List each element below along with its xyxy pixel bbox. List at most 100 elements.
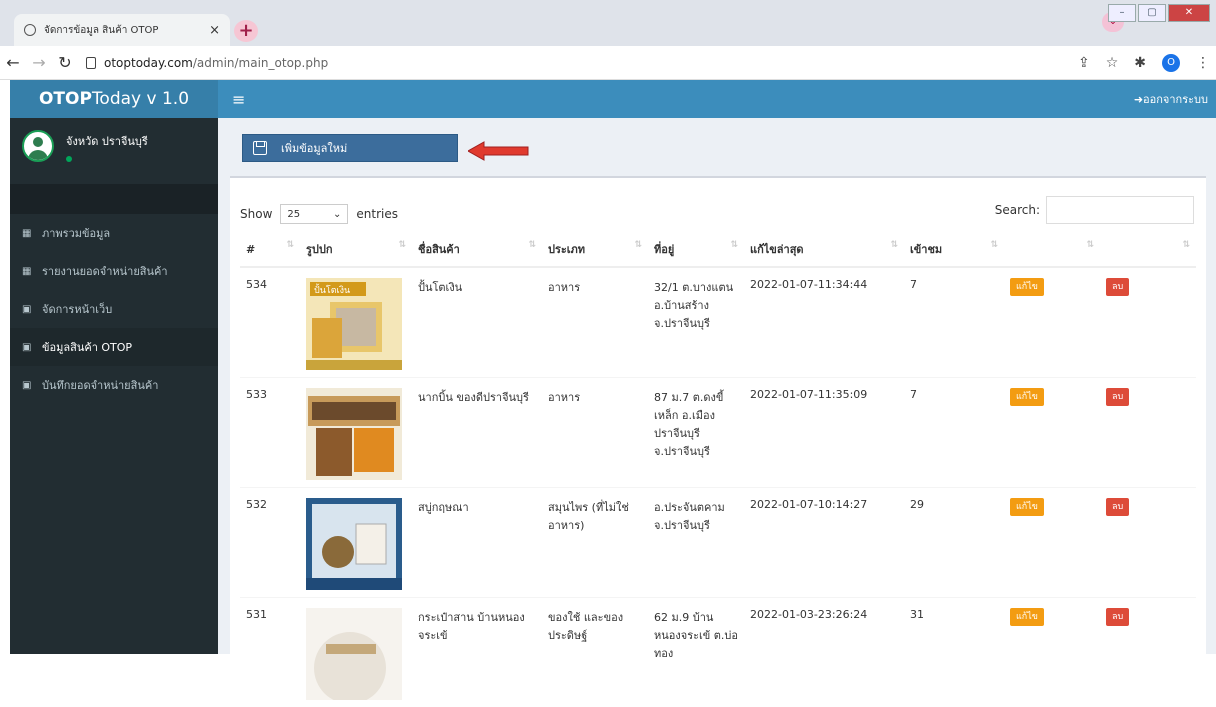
kebab-menu-icon[interactable]: ⋮	[1196, 55, 1210, 71]
cell-name: สบู่กฤษณา	[412, 486, 542, 597]
cell-category: ของใช้ และของประดิษฐ์	[542, 596, 648, 707]
logout-link[interactable]: ➜ออกจากระบบ	[1134, 90, 1208, 108]
profile-avatar[interactable]: O	[1162, 54, 1180, 72]
cell-views: 29	[904, 486, 1004, 597]
sidebar-item-overview[interactable]: ▦ ภาพรวมข้อมูล	[10, 214, 218, 252]
col-address[interactable]: ที่อยู่ ⇅	[648, 232, 744, 268]
tab-title: จัดการข้อมูล สินค้า OTOP	[44, 24, 159, 36]
col-views[interactable]: เข้าชม ⇅	[904, 232, 1004, 268]
delete-button[interactable]: ลบ	[1106, 387, 1130, 406]
cell-updated: 2022-01-07-10:14:27	[744, 486, 904, 597]
new-tab-button[interactable]: +	[234, 20, 258, 42]
data-table-box: Show 25 ⌄ entries Search: # ⇅ รูปปก ⇅ ชื่อ…	[230, 176, 1206, 707]
edit-button[interactable]: แก้ไข	[1010, 607, 1044, 626]
url-path: /admin/main_otop.php	[192, 55, 329, 70]
col-updated[interactable]: แก้ไขล่าสุด ⇅	[744, 232, 904, 268]
chevron-down-icon: ⌄	[333, 208, 342, 220]
floppy-icon	[253, 141, 267, 155]
cell-category: อาหาร	[542, 376, 648, 487]
add-new-label: เพิ่มข้อมูลใหม่	[281, 142, 348, 155]
search-area: Search:	[995, 196, 1194, 224]
share-icon[interactable]: ⇪	[1078, 55, 1090, 71]
table-header-row: # ⇅ รูปปก ⇅ ชื่อสินค้า ⇅ ประเภท ⇅ ที่อยู่ ⇅ แ…	[240, 232, 1196, 268]
sidebar-header	[10, 184, 218, 214]
url-domain: otoptoday.com	[104, 55, 193, 70]
sidebar-item-otop-products[interactable]: ▣ ข้อมูลสินค้า OTOP	[10, 328, 218, 366]
minimize-icon[interactable]: –	[1108, 4, 1136, 22]
add-new-button[interactable]: เพิ่มข้อมูลใหม่	[242, 134, 458, 162]
edit-button[interactable]: แก้ไข	[1010, 278, 1044, 296]
product-thumbnail[interactable]	[306, 497, 402, 590]
sidebar-item-label: รายงานยอดจำหน่ายสินค้า	[42, 265, 168, 278]
col-image[interactable]: รูปปก ⇅	[300, 232, 412, 268]
reload-icon[interactable]: ↻	[52, 53, 78, 72]
cell-id: 534	[240, 266, 300, 377]
arrow-left-icon	[468, 141, 529, 161]
show-label: Show	[240, 207, 273, 221]
tab-close-icon[interactable]: ×	[209, 23, 220, 38]
col-name[interactable]: ชื่อสินค้า ⇅	[412, 232, 542, 268]
entries-value: 25	[287, 208, 301, 220]
chart-icon: ▦	[22, 265, 32, 277]
brand-logo[interactable]: OTOP Today v 1.0	[10, 80, 218, 118]
edit-button[interactable]: แก้ไข	[1010, 497, 1044, 516]
product-thumbnail[interactable]: ปั้นโตเงิน	[306, 278, 402, 370]
cell-id: 532	[240, 486, 300, 597]
app-header: OTOP Today v 1.0 ≡ ➜ออกจากระบบ	[10, 80, 1216, 118]
main-content: เพิ่มข้อมูลใหม่ Show 25 ⌄ entries Search…	[218, 118, 1216, 707]
cell-views: 31	[904, 596, 1004, 707]
forward-icon[interactable]: →	[26, 53, 52, 72]
cell-category: สมุนไพร (ที่ไม่ใช่อาหาร)	[542, 486, 648, 597]
globe-icon	[24, 24, 36, 36]
table-row: 533 นากบิ้น ของดีปราจีนบุรี อาหาร 87 ม.7…	[240, 376, 1196, 487]
maximize-icon[interactable]: ▢	[1138, 4, 1166, 22]
sidebar-item-sales-report[interactable]: ▦ รายงานยอดจำหน่ายสินค้า	[10, 252, 218, 290]
col-delete: ⇅	[1100, 232, 1196, 268]
cell-views: 7	[904, 376, 1004, 487]
cell-updated: 2022-01-07-11:35:09	[744, 376, 904, 487]
delete-button[interactable]: ลบ	[1106, 497, 1130, 516]
cell-address: อ.ประจันตคาม จ.ปราจีนบุรี	[648, 486, 744, 597]
toolbar-actions: ⇪ ☆ ✱ O ⋮	[1078, 46, 1210, 80]
user-icon	[22, 130, 54, 162]
cell-name: กระเป๋าสาน บ้านหนองจระเข้	[412, 596, 542, 707]
sidebar-item-label: จัดการหน้าเว็บ	[42, 303, 113, 316]
delete-button[interactable]: ลบ	[1106, 278, 1130, 296]
sidebar-item-record-sales[interactable]: ▣ บันทึกยอดจำหน่ายสินค้า	[10, 366, 218, 404]
col-category[interactable]: ประเภท ⇅	[542, 232, 648, 268]
sidebar-item-manage-web[interactable]: ▣ จัดการหน้าเว็บ	[10, 290, 218, 328]
cell-address: 62 ม.9 บ้านหนองจระเข้ ต.บ่อทอง	[648, 596, 744, 707]
address-bar[interactable]: otoptoday.com/admin/main_otop.php	[86, 50, 1046, 76]
cell-views: 7	[904, 266, 1004, 377]
product-thumbnail[interactable]	[306, 387, 402, 480]
close-window-icon[interactable]: ✕	[1168, 4, 1210, 22]
browser-tab[interactable]: จัดการข้อมูล สินค้า OTOP ×	[14, 14, 230, 46]
table-row: 534 ปั้นโตเงิน ปั้นโตเงิน อาหาร 32/1 ต.บ…	[240, 266, 1196, 377]
back-icon[interactable]: ←	[0, 53, 26, 72]
sidebar-item-label: ข้อมูลสินค้า OTOP	[42, 341, 133, 354]
floppy-icon: ▣	[22, 341, 32, 353]
table-row: 532 สบู่กฤษณา สมุนไพร (ที่ไม่ใช่อาหาร) อ…	[240, 486, 1196, 597]
cell-name: นากบิ้น ของดีปราจีนบุรี	[412, 376, 542, 487]
window-controls: – ▢ ✕	[1108, 4, 1210, 22]
extensions-icon[interactable]: ✱	[1134, 55, 1146, 71]
col-id[interactable]: # ⇅	[240, 232, 300, 268]
brand-strong: OTOP	[38, 89, 92, 109]
star-icon[interactable]: ☆	[1106, 55, 1119, 71]
delete-button[interactable]: ลบ	[1106, 607, 1130, 626]
col-edit: ⇅	[1004, 232, 1100, 268]
floppy-icon: ▣	[22, 379, 32, 391]
hamburger-icon[interactable]: ≡	[232, 90, 245, 109]
entries-length: Show 25 ⌄ entries	[240, 204, 398, 224]
edit-button[interactable]: แก้ไข	[1010, 387, 1044, 406]
chart-icon: ▦	[22, 227, 32, 239]
cell-address: 87 ม.7 ต.ดงขี้เหล็ก อ.เมือง ปราจีนบุรี จ…	[648, 376, 744, 487]
search-input[interactable]	[1046, 196, 1194, 224]
search-label: Search:	[994, 203, 1040, 217]
browser-tabstrip: จัดการข้อมูล สินค้า OTOP × + ⌄ – ▢ ✕	[0, 0, 1216, 46]
table-row: 531 กระเป๋าสาน บ้านหนองจระเข้ ของใช้ และ…	[240, 596, 1196, 707]
entries-select[interactable]: 25 ⌄	[280, 204, 349, 224]
cell-id: 533	[240, 376, 300, 487]
user-name: จังหวัด ปราจีนบุรี	[66, 135, 148, 148]
sidebar-item-label: ภาพรวมข้อมูล	[42, 227, 111, 240]
